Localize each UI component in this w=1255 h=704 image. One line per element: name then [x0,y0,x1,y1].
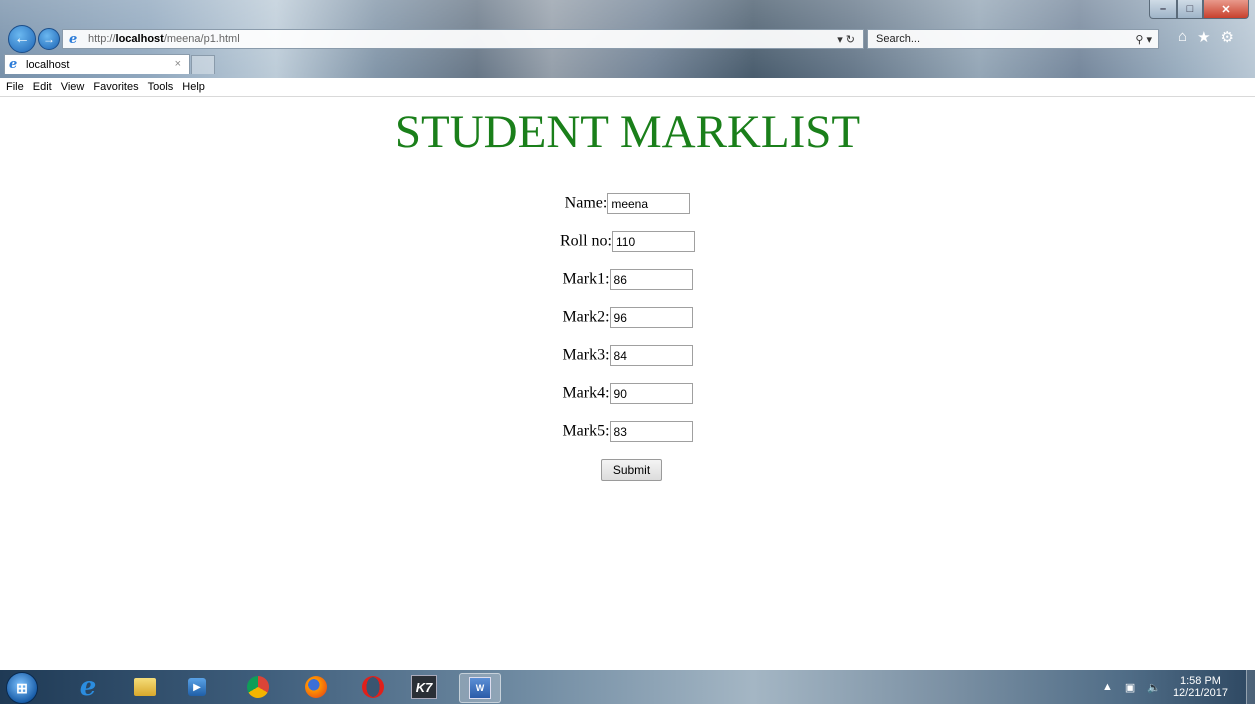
word-icon[interactable]: W [459,673,501,703]
menu-view[interactable]: View [61,81,85,93]
name-input[interactable] [607,193,691,214]
back-button[interactable]: ← [8,25,36,53]
form-row-mark1: Mark1: [0,269,1255,290]
start-button[interactable]: ⊞ [6,672,38,704]
file-explorer-icon[interactable] [125,673,165,701]
ie-favicon-icon: e [69,31,78,47]
url-path: /meena/p1.html [163,33,240,45]
form-row-mark3: Mark3: [0,345,1255,366]
form-row-rollno: Roll no: [0,231,1255,252]
minimize-button[interactable]: – [1149,0,1177,19]
clock-date: 12/21/2017 [1172,687,1228,699]
network-icon[interactable]: ▣ [1125,681,1135,694]
search-icon[interactable]: ⚲ ▾ [1135,33,1152,46]
favorites-star-icon[interactable]: ★ [1197,28,1210,46]
window-controls: – □ ✕ [1149,0,1249,19]
show-desktop-button[interactable] [1246,670,1255,704]
browser-chrome: – □ ✕ ← → e http://localhost/meena/p1.ht… [0,0,1255,78]
mark5-label: Mark5: [562,422,610,440]
firefox-icon[interactable] [296,673,336,701]
mark5-input[interactable] [609,421,693,442]
chrome-icon[interactable] [238,673,278,701]
opera-icon[interactable] [353,673,393,701]
system-tray: ▲ ▣ 🔈 1:58 PM 12/21/2017 [1102,670,1255,704]
show-hidden-icons-icon[interactable]: ▲ [1102,681,1113,693]
forward-arrow-icon: → [43,32,55,46]
settings-gear-icon[interactable]: ⚙ [1221,28,1234,46]
tab-title: localhost [26,58,70,71]
maximize-button[interactable]: □ [1177,0,1203,19]
mark4-label: Mark4: [562,384,610,402]
mark2-input[interactable] [609,307,693,328]
internet-explorer-icon[interactable]: e [68,672,108,702]
form-row-mark4: Mark4: [0,383,1255,404]
address-bar[interactable]: e http://localhost/meena/p1.html ▾ ↻ [62,29,864,49]
mark3-label: Mark3: [562,346,610,364]
windows-logo-icon: ⊞ [16,679,28,696]
tab-close-icon[interactable]: × [175,58,181,70]
menu-tools[interactable]: Tools [148,81,174,93]
url-host: localhost [115,33,164,45]
form-row-name: Name: [0,193,1255,214]
new-tab-button[interactable] [191,55,215,74]
k7-antivirus-icon[interactable]: K7 [404,673,444,701]
mark4-input[interactable] [609,383,693,404]
back-arrow-icon: ← [14,30,30,47]
search-placeholder: Search... [876,33,921,45]
menu-help[interactable]: Help [182,81,205,93]
taskbar: ⊞ e ▶ K7 W ▲ ▣ 🔈 1:58 PM 12/21/2017 [0,670,1255,704]
mark1-input[interactable] [609,269,693,290]
menu-bar: File Edit View Favorites Tools Help [0,78,1255,97]
forward-button[interactable]: → [38,28,60,50]
form-row-mark2: Mark2: [0,307,1255,328]
mark3-input[interactable] [609,345,693,366]
menu-edit[interactable]: Edit [33,81,52,93]
url-prefix: http:// [88,33,116,45]
close-window-button[interactable]: ✕ [1203,0,1249,19]
home-icon[interactable]: ⌂ [1178,28,1187,46]
volume-muted-icon[interactable]: 🔈 [1147,681,1161,694]
submit-button[interactable]: Submit [601,459,662,481]
page-title: STUDENT MARKLIST [394,106,861,158]
mark2-label: Mark2: [562,308,610,326]
clock-time: 1:58 PM [1179,675,1221,687]
refresh-icon[interactable]: ▾ ↻ [837,33,855,46]
rollno-input[interactable] [612,231,695,252]
mark1-label: Mark1: [562,270,610,288]
clock[interactable]: 1:58 PM 12/21/2017 [1173,675,1228,699]
ie-favicon-icon: e [9,57,18,72]
name-label: Name: [564,194,608,212]
menu-file[interactable]: File [6,81,24,93]
tab-localhost[interactable]: e localhost × [4,54,190,74]
toolbar-icons: ⌂ ★ ⚙ [1178,28,1234,46]
media-player-icon[interactable]: ▶ [177,673,217,701]
menu-favorites[interactable]: Favorites [93,81,138,93]
rollno-label: Roll no: [559,232,612,250]
search-box[interactable]: Search... ⚲ ▾ [867,29,1159,49]
form-row-mark5: Mark5: [0,421,1255,442]
